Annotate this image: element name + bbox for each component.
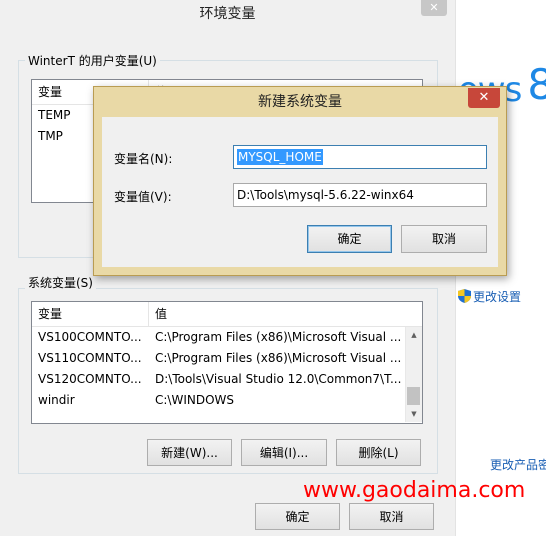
dialog-body: 变量名(N): MYSQL_HOME 变量值(V): D:\Tools\mysq… (102, 117, 498, 267)
table-row[interactable]: VS100COMNTO... C:\Program Files (x86)\Mi… (32, 327, 405, 348)
close-icon: ✕ (429, 1, 439, 14)
delete-variable-button[interactable]: 删除(L) (336, 439, 421, 466)
table-row[interactable]: VS110COMNTO... C:\Program Files (x86)\Mi… (32, 348, 405, 369)
env-window-title: 环境变量 (199, 6, 256, 22)
column-header-variable[interactable]: 变量 (32, 302, 149, 326)
scroll-up-icon[interactable]: ▲ (406, 327, 422, 343)
user-vars-group-label: WinterT 的用户变量(U) (25, 52, 160, 69)
dialog-cancel-button[interactable]: 取消 (401, 225, 487, 253)
change-product-key-link[interactable]: 更改产品密 (490, 456, 546, 473)
system-vars-group-label: 系统变量(S) (25, 274, 96, 291)
edit-variable-button[interactable]: 编辑(I)... (241, 439, 327, 466)
variable-value-label: 变量值(V): (114, 190, 172, 204)
new-variable-button[interactable]: 新建(W)... (147, 439, 232, 466)
change-settings-label: 更改设置 (473, 290, 522, 304)
scrollbar-thumb[interactable] (407, 387, 420, 405)
dialog-title: 新建系统变量 (258, 94, 342, 110)
dialog-ok-button[interactable]: 确定 (307, 225, 392, 253)
env-cancel-button[interactable]: 取消 (349, 503, 434, 530)
var-value: C:\Program Files (x86)\Microsoft Visual … (155, 330, 402, 344)
var-value: D:\Tools\Visual Studio 12.0\Common7\T... (155, 372, 402, 386)
brand-number: 8 (527, 60, 546, 109)
variable-value-input[interactable]: D:\Tools\mysql-5.6.22-winx64 (233, 183, 487, 207)
env-titlebar: 环境变量 ✕ (0, 0, 455, 26)
system-vars-header: 变量 值 (32, 302, 422, 327)
var-name: VS110COMNTO... (38, 351, 142, 365)
site-watermark: www.gaodaima.com (303, 478, 526, 503)
change-settings-link[interactable]: 更改设置 (458, 288, 521, 306)
variable-name-label: 变量名(N): (114, 152, 173, 166)
dialog-close-button[interactable]: ✕ (468, 88, 500, 108)
var-name: VS120COMNTO... (38, 372, 142, 386)
table-row[interactable]: VS120COMNTO... D:\Tools\Visual Studio 12… (32, 369, 405, 390)
close-icon: ✕ (478, 90, 490, 105)
var-value: C:\WINDOWS (155, 393, 235, 407)
table-row[interactable]: windir C:\WINDOWS (32, 390, 405, 411)
var-name: windir (38, 393, 75, 407)
system-vars-list[interactable]: 变量 值 VS100COMNTO... C:\Program Files (x8… (31, 301, 423, 424)
var-value: C:\Program Files (x86)\Microsoft Visual … (155, 351, 402, 365)
var-name: VS100COMNTO... (38, 330, 142, 344)
variable-name-value: MYSQL_HOME (237, 149, 323, 165)
variable-name-input[interactable]: MYSQL_HOME (233, 145, 487, 169)
system-vars-scrollbar[interactable]: ▲ ▼ (405, 327, 422, 422)
scroll-down-icon[interactable]: ▼ (406, 406, 422, 422)
column-header-value[interactable]: 值 (149, 302, 405, 326)
env-close-button[interactable]: ✕ (421, 0, 447, 16)
shield-icon (458, 289, 471, 306)
new-system-variable-dialog: 新建系统变量 ✕ 变量名(N): MYSQL_HOME 变量值(V): D:\T… (93, 86, 507, 276)
env-ok-button[interactable]: 确定 (255, 503, 340, 530)
